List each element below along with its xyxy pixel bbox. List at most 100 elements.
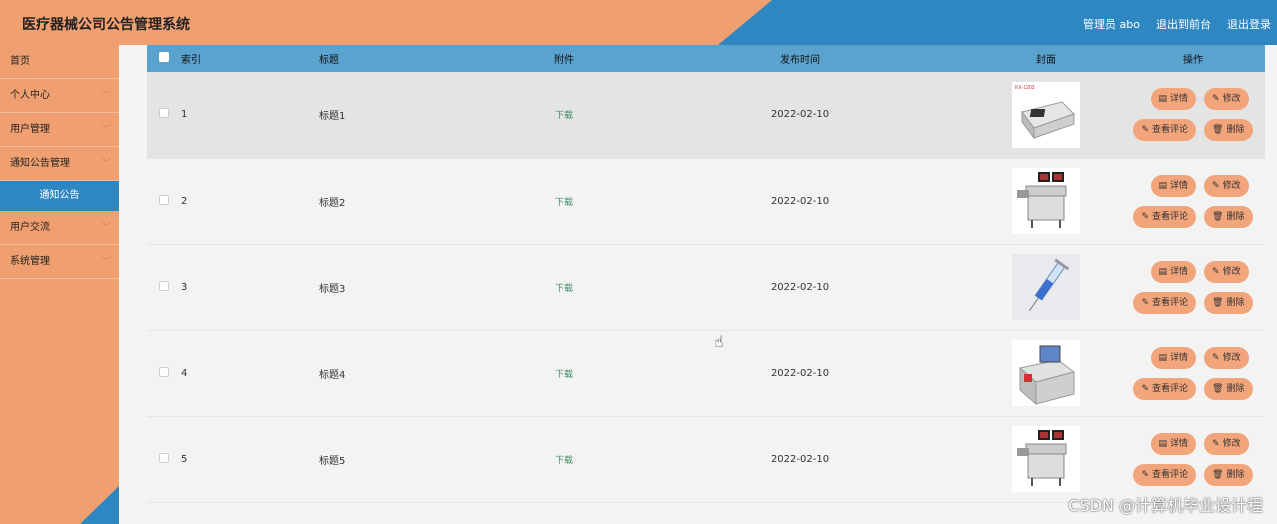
- edit-button[interactable]: ✎ 修改: [1204, 260, 1249, 283]
- download-link[interactable]: 下载: [555, 198, 573, 208]
- row-select-cell: [147, 72, 181, 158]
- view-comments-button[interactable]: ✎ 查看评论: [1133, 463, 1197, 486]
- comments-label: 查看评论: [1152, 211, 1189, 222]
- document-icon: ▤: [1158, 266, 1168, 277]
- row-select-cell: [147, 330, 181, 416]
- row-actions: ▤ 详情 ✎ 修改 ✎ 查看评论 🗑 删除: [1121, 330, 1265, 416]
- view-comments-button[interactable]: ✎ 查看评论: [1133, 291, 1197, 314]
- row-checkbox[interactable]: [159, 452, 169, 463]
- sidebar-item-notice-management[interactable]: 通知公告管理 ﹀: [0, 147, 119, 181]
- row-index: 4: [181, 330, 319, 416]
- row-date: 2022-02-10: [629, 330, 971, 416]
- column-header-actions: 操作: [1183, 55, 1203, 66]
- monitor-device-icon[interactable]: [1012, 340, 1080, 406]
- delete-button[interactable]: 🗑 删除: [1204, 291, 1253, 314]
- column-header-index: 索引: [181, 55, 201, 66]
- row-title-value: 标题1: [319, 111, 346, 123]
- document-icon: ▤: [1158, 180, 1168, 191]
- row-index-value: 2: [181, 195, 188, 207]
- row-checkbox[interactable]: [159, 194, 169, 205]
- delete-label: 删除: [1226, 211, 1245, 222]
- delete-button[interactable]: 🗑 删除: [1204, 205, 1253, 228]
- delete-button[interactable]: 🗑 删除: [1204, 119, 1253, 142]
- delete-button[interactable]: 🗑 删除: [1204, 463, 1253, 486]
- row-title-value: 标题5: [319, 455, 346, 467]
- edit-button[interactable]: ✎ 修改: [1204, 346, 1249, 369]
- download-link[interactable]: 下载: [555, 284, 573, 294]
- view-comments-button[interactable]: ✎ 查看评论: [1133, 119, 1197, 142]
- trash-icon: 🗑: [1212, 469, 1224, 480]
- row-index-value: 4: [181, 367, 188, 379]
- sidebar-subitem-notice[interactable]: 通知公告: [0, 181, 119, 211]
- syringe-icon[interactable]: [1012, 254, 1080, 320]
- column-header-attachment: 附件: [554, 55, 574, 66]
- edit-label: 修改: [1222, 180, 1241, 191]
- delete-label: 删除: [1226, 125, 1245, 136]
- row-date-value: 2022-02-10: [770, 109, 830, 121]
- app-title: 医疗器械公司公告管理系统: [22, 17, 190, 33]
- comments-label: 查看评论: [1152, 297, 1189, 308]
- row-checkbox[interactable]: [159, 108, 169, 119]
- row-checkbox[interactable]: [159, 366, 169, 377]
- detail-button[interactable]: ▤ 详情: [1150, 260, 1197, 283]
- row-cover: [971, 330, 1121, 416]
- ecg-device-icon[interactable]: KX-1203: [1012, 81, 1080, 148]
- row-attachment: 下载: [499, 244, 629, 330]
- row-date: 2022-02-10: [629, 416, 971, 502]
- row-checkbox[interactable]: [159, 280, 169, 291]
- column-header-cover: 封面: [1036, 55, 1056, 66]
- row-attachment: 下载: [499, 72, 629, 158]
- download-link[interactable]: 下载: [555, 370, 573, 380]
- view-comments-button[interactable]: ✎ 查看评论: [1133, 205, 1197, 228]
- admin-user-label[interactable]: 管理员 abo: [1083, 16, 1140, 32]
- pencil-icon: ✎: [1141, 297, 1150, 308]
- detail-button[interactable]: ▤ 详情: [1150, 174, 1197, 197]
- edit-button[interactable]: ✎ 修改: [1204, 174, 1249, 197]
- sidebar-item-system-management[interactable]: 系统管理 ﹀: [0, 245, 119, 279]
- main-content: 索引 标题 附件 发布时间 封面 操作 1 标题1 下载 2022-02-10 …: [147, 45, 1265, 524]
- select-all-checkbox[interactable]: [159, 52, 169, 62]
- row-index: 2: [181, 158, 319, 244]
- medical-cart-icon[interactable]: [1012, 426, 1080, 492]
- pencil-icon: ✎: [1141, 383, 1150, 394]
- delete-label: 删除: [1226, 383, 1245, 394]
- download-link[interactable]: 下载: [555, 111, 573, 121]
- row-title-value: 标题3: [319, 283, 346, 295]
- table-row: 3 标题3 下载 2022-02-10 ▤ 详情 ✎ 修改 ✎ 查看评论 🗑 删除: [147, 244, 1265, 330]
- row-cover: [971, 158, 1121, 244]
- row-index-value: 5: [181, 453, 188, 465]
- detail-button[interactable]: ▤ 详情: [1150, 346, 1197, 369]
- detail-button[interactable]: ▤ 详情: [1150, 88, 1197, 111]
- sidebar-item-user-management[interactable]: 用户管理 ﹀: [0, 113, 119, 147]
- row-title: 标题3: [319, 244, 499, 330]
- sidebar-corner-decoration: [80, 486, 119, 524]
- detail-button[interactable]: ▤ 详情: [1150, 432, 1197, 455]
- select-all-cell: [147, 45, 181, 72]
- logout-link[interactable]: 退出登录: [1227, 16, 1271, 32]
- detail-label: 详情: [1170, 180, 1189, 191]
- row-date-value: 2022-02-10: [770, 195, 830, 207]
- document-icon: ▤: [1158, 438, 1168, 449]
- download-link[interactable]: 下载: [555, 456, 573, 466]
- exit-to-front-link[interactable]: 退出到前台: [1156, 16, 1211, 32]
- delete-button[interactable]: 🗑 删除: [1204, 377, 1253, 400]
- row-title-value: 标题4: [319, 369, 346, 381]
- edit-button[interactable]: ✎ 修改: [1204, 88, 1249, 111]
- sidebar-item-home[interactable]: 首页: [0, 45, 119, 79]
- edit-button[interactable]: ✎ 修改: [1204, 432, 1249, 455]
- comments-label: 查看评论: [1152, 383, 1189, 394]
- chevron-up-icon: ﹀: [101, 159, 111, 169]
- row-cover: [971, 416, 1121, 502]
- row-attachment: 下载: [499, 416, 629, 502]
- sidebar-item-personal-center[interactable]: 个人中心 ﹀: [0, 79, 119, 113]
- view-comments-button[interactable]: ✎ 查看评论: [1133, 377, 1197, 400]
- sidebar-item-user-exchange[interactable]: 用户交流 ﹀: [0, 211, 119, 245]
- row-index-value: 1: [181, 109, 188, 121]
- trash-icon: 🗑: [1212, 211, 1224, 222]
- medical-cart-icon[interactable]: [1012, 168, 1080, 234]
- row-title-value: 标题2: [319, 197, 346, 209]
- row-date-value: 2022-02-10: [770, 453, 830, 465]
- table-row: 1 标题1 下载 2022-02-10 KX-1203 ▤ 详情 ✎ 修改 ✎ 查看评…: [147, 72, 1265, 158]
- sidebar-item-label: 用户交流: [10, 222, 50, 233]
- row-attachment: 下载: [499, 158, 629, 244]
